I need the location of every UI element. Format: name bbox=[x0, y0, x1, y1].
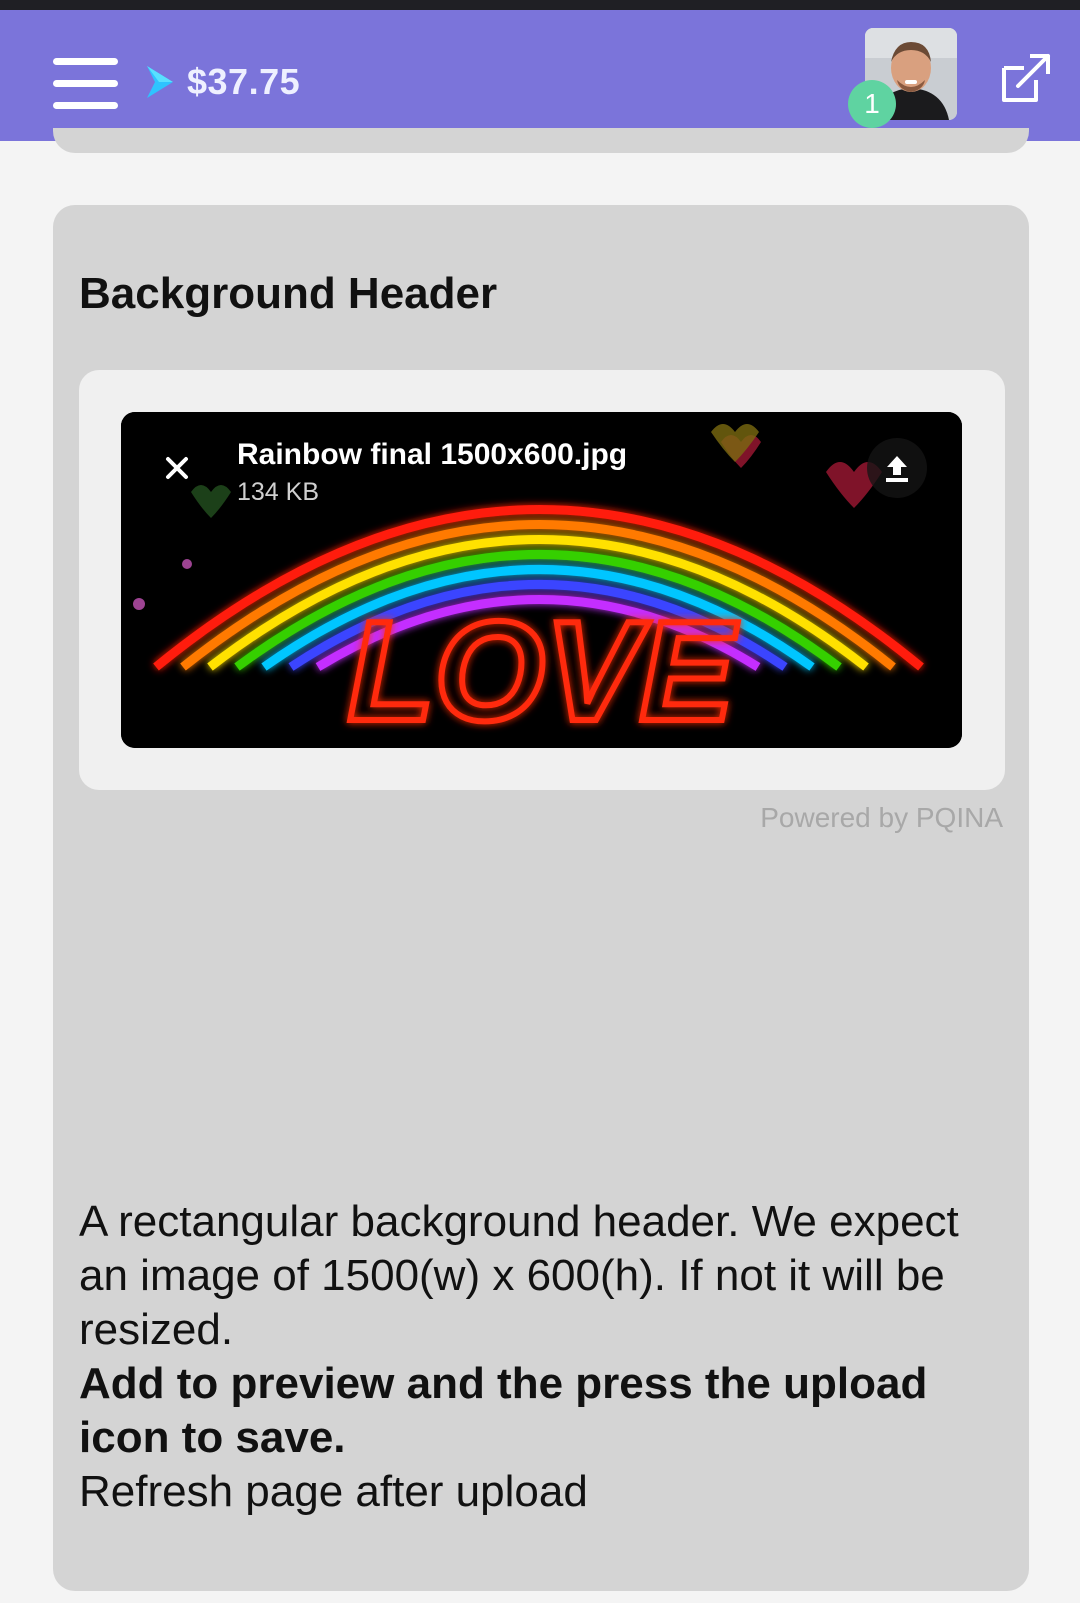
external-link-icon[interactable] bbox=[998, 50, 1054, 106]
balance[interactable]: $37.75 bbox=[145, 58, 300, 106]
upload-instruction: Add to preview and the press the upload … bbox=[79, 1359, 928, 1462]
file-preview: LOVE Rainbow final 1500x600.jpg 134 KB bbox=[121, 412, 962, 748]
remove-file-button[interactable] bbox=[157, 448, 197, 488]
menu-icon[interactable] bbox=[53, 48, 118, 112]
top-bar: $37.75 1 bbox=[0, 10, 1080, 141]
background-header-card: Background Header LOVE Rainbow final 150… bbox=[53, 205, 1029, 1591]
file-info: Rainbow final 1500x600.jpg 134 KB bbox=[237, 438, 627, 507]
status-strip bbox=[0, 0, 1080, 10]
description: A rectangular background header. We expe… bbox=[79, 1195, 1009, 1519]
balance-amount: $37.75 bbox=[187, 61, 301, 102]
arrow-right-icon bbox=[147, 66, 173, 98]
description-text: A rectangular background header. We expe… bbox=[79, 1197, 959, 1354]
upload-button[interactable] bbox=[867, 438, 927, 498]
file-size: 134 KB bbox=[237, 478, 320, 506]
section-title: Background Header bbox=[79, 269, 498, 318]
powered-by-link[interactable]: Powered by PQINA bbox=[760, 802, 1003, 834]
image-love-text: LOVE bbox=[348, 592, 739, 748]
refresh-note: Refresh page after upload bbox=[79, 1467, 588, 1516]
notification-badge: 1 bbox=[848, 80, 896, 128]
file-uploader[interactable]: LOVE Rainbow final 1500x600.jpg 134 KB bbox=[79, 370, 1005, 790]
previous-card-edge bbox=[53, 128, 1029, 153]
close-icon bbox=[166, 457, 188, 479]
file-name: Rainbow final 1500x600.jpg bbox=[237, 438, 628, 471]
upload-icon bbox=[886, 456, 908, 482]
